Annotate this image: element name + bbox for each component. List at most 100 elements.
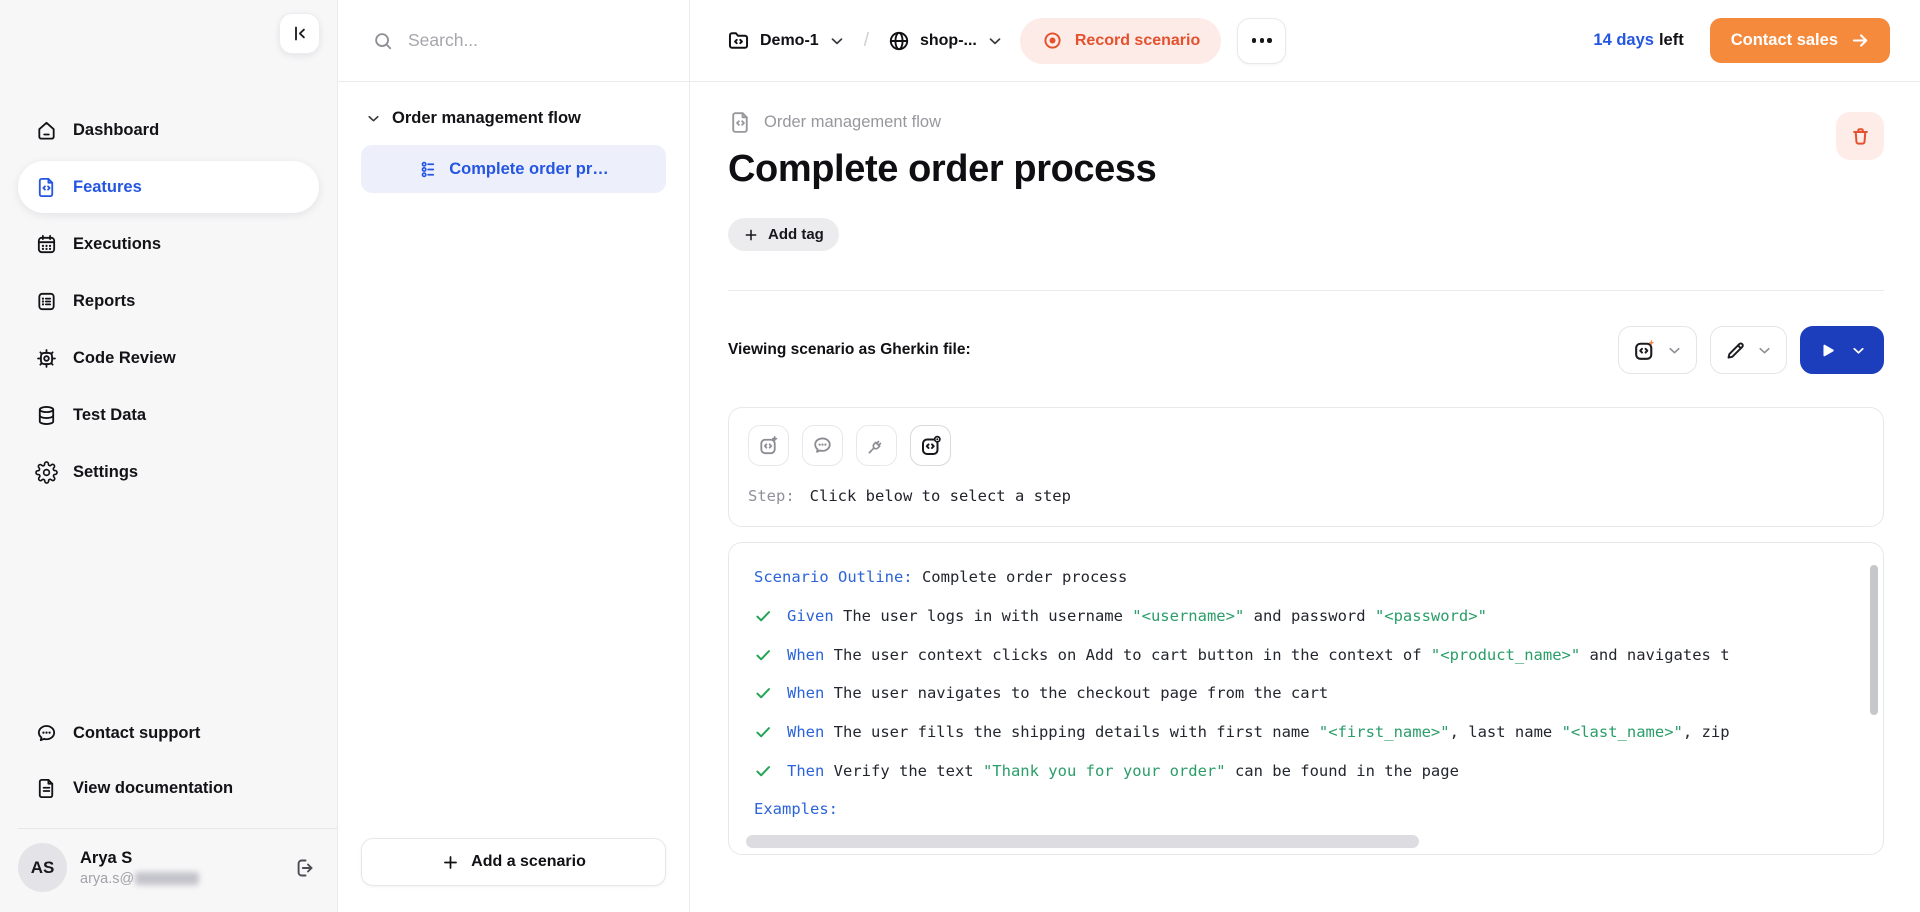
check-icon bbox=[754, 607, 787, 625]
gherkin-line[interactable]: When The user fills the shipping details… bbox=[754, 713, 1843, 752]
code-sparkle-icon bbox=[1632, 338, 1657, 363]
feature-group-order-management-flow[interactable]: Order management flow bbox=[361, 109, 666, 128]
horizontal-scrollbar[interactable] bbox=[746, 835, 1419, 848]
gherkin-line[interactable]: Scenario Outline: Complete order process bbox=[754, 558, 1843, 597]
user-profile[interactable]: AS Arya S arya.s@ bbox=[0, 829, 337, 912]
logout-button[interactable] bbox=[293, 856, 317, 880]
search-input[interactable] bbox=[406, 29, 667, 52]
user-name: Arya S bbox=[80, 848, 133, 867]
chevron-down-icon bbox=[1666, 342, 1683, 359]
user-meta: Arya S arya.s@ bbox=[80, 848, 200, 887]
comment-step-button[interactable] bbox=[802, 425, 843, 466]
scenario-item-complete-order-process[interactable]: Complete order pr… bbox=[361, 145, 666, 193]
database-icon bbox=[35, 404, 58, 427]
chat-bubble-icon bbox=[35, 722, 58, 745]
home-icon bbox=[35, 119, 58, 142]
collapse-left-icon bbox=[289, 23, 310, 44]
feature-tree: Order management flow Complete order pr… bbox=[338, 82, 689, 193]
delete-scenario-button[interactable] bbox=[1836, 112, 1884, 160]
contact-sales-label: Contact sales bbox=[1730, 31, 1838, 49]
sidebar-item-test-data[interactable]: Test Data bbox=[18, 389, 319, 441]
sidebar-item-settings[interactable]: Settings bbox=[18, 446, 319, 498]
add-scenario-label: Add a scenario bbox=[471, 853, 586, 870]
explorer-spacer bbox=[338, 193, 689, 838]
sidebar-item-view-documentation[interactable]: View documentation bbox=[18, 762, 319, 814]
sidebar-item-executions[interactable]: Executions bbox=[18, 218, 319, 270]
step-input-row[interactable]: Step: Click below to select a step bbox=[748, 487, 1864, 505]
run-scenario-dropdown-button[interactable] bbox=[1800, 326, 1884, 374]
gherkin-line[interactable]: When The user context clicks on Add to c… bbox=[754, 635, 1843, 674]
search-bar bbox=[338, 0, 689, 82]
chevron-down-icon bbox=[1756, 342, 1773, 359]
chevron-down-icon bbox=[1850, 342, 1867, 359]
scenario-item-label: Complete order pr… bbox=[449, 159, 609, 178]
sidebar-item-label: View documentation bbox=[73, 778, 234, 797]
contact-sales-button[interactable]: Contact sales bbox=[1709, 18, 1890, 63]
check-icon bbox=[754, 762, 787, 780]
gear-icon bbox=[35, 460, 58, 484]
code-text: Scenario Outline: Complete order process bbox=[754, 568, 1128, 587]
gherkin-line[interactable]: Examples: bbox=[754, 790, 1843, 829]
viewing-label: Viewing scenario as Gherkin file: bbox=[728, 341, 971, 358]
sidebar-item-label: Executions bbox=[73, 234, 162, 253]
trial-days: 14 days bbox=[1593, 31, 1654, 49]
logout-icon bbox=[293, 856, 317, 880]
breadcrumb-separator: / bbox=[863, 29, 869, 51]
scenario-content: Order management flow Complete order pro… bbox=[690, 82, 1920, 912]
avatar: AS bbox=[18, 843, 67, 892]
code-text: Given The user logs in with username "<u… bbox=[787, 607, 1487, 626]
chip-icon bbox=[35, 347, 58, 370]
code-text: When The user context clicks on Add to c… bbox=[787, 645, 1730, 664]
api-step-button[interactable] bbox=[856, 425, 897, 466]
collapse-sidebar-button[interactable] bbox=[279, 13, 320, 54]
sidebar-item-code-review[interactable]: Code Review bbox=[18, 332, 319, 384]
sidebar-item-label: Reports bbox=[73, 291, 136, 310]
vertical-scrollbar[interactable] bbox=[1870, 565, 1878, 715]
play-icon bbox=[1817, 340, 1838, 361]
pencil-icon bbox=[1724, 339, 1747, 362]
ai-code-step-button[interactable] bbox=[748, 425, 789, 466]
gherkin-code: Scenario Outline: Complete order process… bbox=[754, 558, 1843, 829]
sidebar-item-dashboard[interactable]: Dashboard bbox=[18, 104, 319, 156]
main-area: Demo-1 / shop-... Record scenario 14 day… bbox=[690, 0, 1920, 912]
record-scenario-label: Record scenario bbox=[1074, 31, 1201, 49]
page-title: Complete order process bbox=[728, 148, 1157, 190]
code-text: Examples: bbox=[754, 800, 838, 819]
code-text: When The user fills the shipping details… bbox=[787, 723, 1730, 742]
edit-dropdown-button[interactable] bbox=[1710, 326, 1787, 374]
sidebar-item-label: Code Review bbox=[73, 348, 176, 367]
more-options-button[interactable] bbox=[1237, 17, 1287, 64]
sidebar-item-contact-support[interactable]: Contact support bbox=[18, 707, 319, 759]
file-code-icon bbox=[35, 176, 58, 199]
user-email-blurred-domain bbox=[135, 872, 200, 885]
sidebar-item-label: Features bbox=[73, 177, 142, 196]
list-icon bbox=[35, 290, 58, 313]
add-scenario-button[interactable]: Add a scenario bbox=[361, 838, 666, 886]
avatar-initials: AS bbox=[30, 857, 55, 877]
arrow-right-icon bbox=[1850, 30, 1871, 51]
verify-code-step-button[interactable] bbox=[910, 425, 951, 466]
content-divider bbox=[728, 290, 1884, 291]
step-toolbar bbox=[748, 425, 1864, 466]
gherkin-line[interactable]: Given The user logs in with username "<u… bbox=[754, 597, 1843, 636]
sidebar-item-label: Settings bbox=[73, 462, 139, 481]
gherkin-line[interactable]: Then Verify the text "Thank you for your… bbox=[754, 751, 1843, 790]
step-editor-card: Step: Click below to select a step bbox=[728, 407, 1884, 527]
step-placeholder-text: Click below to select a step bbox=[809, 487, 1071, 505]
generate-code-dropdown-button[interactable] bbox=[1618, 326, 1697, 374]
app-selector[interactable]: shop-... bbox=[887, 29, 1004, 53]
plug-icon bbox=[865, 434, 888, 457]
search-icon bbox=[372, 30, 394, 52]
record-scenario-button[interactable]: Record scenario bbox=[1019, 17, 1222, 64]
sidebar-item-features[interactable]: Features bbox=[18, 161, 319, 213]
globe-icon bbox=[887, 29, 911, 53]
user-email: arya.s@ bbox=[80, 871, 200, 887]
add-tag-button[interactable]: Add tag bbox=[728, 218, 839, 251]
gherkin-line[interactable]: When The user navigates to the checkout … bbox=[754, 674, 1843, 713]
trial-left-label: left bbox=[1658, 31, 1684, 49]
trial-countdown: 14 days left bbox=[1593, 31, 1683, 50]
chevron-down-icon bbox=[828, 32, 846, 50]
sidebar-item-reports[interactable]: Reports bbox=[18, 275, 319, 327]
workflow-icon bbox=[418, 159, 439, 180]
project-selector[interactable]: Demo-1 bbox=[726, 28, 846, 53]
